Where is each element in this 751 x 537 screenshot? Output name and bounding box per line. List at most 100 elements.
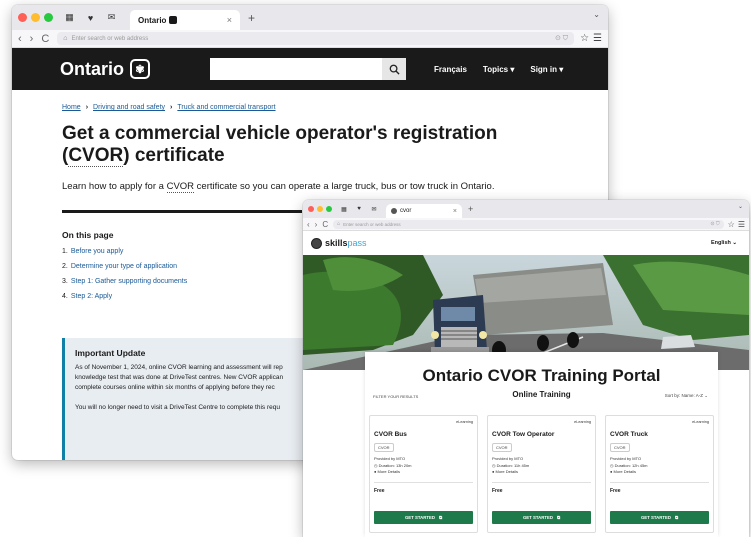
skillspass-logo[interactable]: skills pass — [311, 237, 367, 249]
filter-bar: FILTER YOUR RESULTS Online Training Sort… — [365, 390, 718, 399]
breadcrumb: Home › Driving and road safety › Truck and c… — [62, 104, 608, 111]
link-determine-type[interactable]: Determine your type of application — [71, 263, 177, 270]
get-started-button[interactable]: GET STARTED ⧉ — [492, 511, 591, 524]
grid-icon[interactable]: ▦ — [338, 203, 350, 215]
address-bar[interactable]: ⌂ Enter search or web address ⊙ ⛉ — [57, 32, 575, 45]
tab-ontario[interactable]: Ontario × — [130, 10, 240, 30]
course-tag: CVOR — [492, 443, 512, 452]
course-meta: Provided by MTO ◷ Duration: 11h 45m ● Mo… — [492, 456, 591, 476]
back-icon[interactable]: ‹ — [307, 220, 310, 229]
lead-text-end: certificate so you can operate a large t… — [194, 181, 495, 192]
mail-icon[interactable]: ✉ — [103, 9, 120, 26]
tab-menu-chevron-icon[interactable]: ⌄ — [593, 10, 600, 19]
get-started-button[interactable]: GET STARTED ⧉ — [610, 511, 709, 524]
logo-skills: skills — [325, 238, 348, 248]
breadcrumb-home[interactable]: Home — [62, 104, 81, 111]
more-details-row[interactable]: ● More Details — [492, 469, 591, 476]
item-number: 4. — [62, 293, 68, 300]
course-meta: Provided by MTO ◷ Duration: 13h 20m ● Mo… — [374, 456, 473, 476]
back-icon[interactable]: ‹ — [18, 33, 22, 45]
search-button[interactable] — [382, 58, 407, 80]
nav-topics[interactable]: Topics ▾ — [483, 65, 514, 74]
reload-icon[interactable]: C — [322, 220, 328, 229]
item-number: 1. — [62, 248, 68, 255]
close-window-button[interactable] — [308, 206, 314, 212]
breadcrumb-driving[interactable]: Driving and road safety — [93, 104, 165, 111]
duration-text: Duration: 13h 20m — [378, 462, 412, 468]
maximize-window-button[interactable] — [44, 13, 53, 22]
more-details-row[interactable]: ● More Details — [610, 469, 709, 476]
skillspass-header: skills pass English ⌄ — [303, 231, 749, 255]
filter-results-label[interactable]: FILTER YOUR RESULTS — [373, 394, 418, 399]
online-training-heading: Online Training — [512, 390, 571, 399]
chevron-right-icon: › — [170, 104, 173, 111]
divider — [374, 481, 473, 483]
search-input[interactable] — [210, 58, 383, 80]
site-header: Ontario ✾ Français Topics ▾ Sign in ▾ — [12, 48, 608, 90]
link-step-1[interactable]: Step 1: Gather supporting documents — [71, 278, 187, 285]
new-tab-button[interactable]: + — [468, 204, 473, 214]
divider — [62, 210, 302, 213]
course-title[interactable]: CVOR Bus — [374, 431, 473, 438]
skillspass-favicon-icon — [391, 208, 397, 214]
chevron-right-icon: › — [85, 104, 89, 111]
mail-icon[interactable]: ✉ — [368, 203, 380, 215]
button-label: GET STARTED — [522, 515, 553, 520]
more-details-link[interactable]: More Details — [496, 469, 518, 474]
ontario-logo[interactable]: Ontario ✾ — [60, 58, 151, 80]
link-step-2[interactable]: Step 2: Apply — [71, 293, 112, 300]
shield-icon[interactable]: ⊙ ⛉ — [555, 34, 568, 43]
button-label: GET STARTED — [404, 515, 435, 520]
sort-dropdown[interactable]: Sort by: Name: A-Z ⌄ — [665, 393, 708, 399]
maximize-window-button[interactable] — [326, 206, 332, 212]
forward-icon[interactable]: › — [30, 33, 34, 45]
more-details-row[interactable]: ● More Details — [374, 469, 473, 476]
external-link-icon: ⧉ — [674, 515, 679, 520]
ontario-favicon-icon — [169, 16, 178, 24]
link-before-you-apply[interactable]: Before you apply — [71, 248, 124, 255]
lead-paragraph: Learn how to apply for a CVOR certificat… — [62, 181, 608, 193]
address-bar[interactable]: ⌂ Enter search or web address ⊙ ⛉ — [333, 219, 724, 229]
course-title[interactable]: CVOR Tow Operator — [492, 431, 591, 438]
bookmark-star-icon[interactable]: ☆ — [728, 220, 735, 229]
course-title[interactable]: CVOR Truck — [610, 431, 709, 438]
close-tab-icon[interactable]: × — [227, 15, 232, 25]
bookmark-star-icon[interactable]: ☆ — [580, 33, 589, 44]
search-icon — [389, 64, 400, 75]
reload-icon[interactable]: C — [41, 33, 49, 45]
close-window-button[interactable] — [18, 13, 27, 22]
menu-icon[interactable]: ☰ — [738, 220, 745, 229]
grid-icon[interactable]: ▦ — [61, 9, 78, 26]
nav-sign-in[interactable]: Sign in ▾ — [530, 65, 563, 74]
get-started-button[interactable]: GET STARTED ⧉ — [374, 511, 473, 524]
shield-icon[interactable]: ⊙ ⛉ — [710, 221, 719, 227]
home-icon[interactable]: ⌂ — [63, 35, 67, 42]
course-card-truck: eLearning CVOR Truck CVOR Provided by MT… — [605, 415, 714, 533]
price: Free — [610, 487, 621, 494]
forward-icon[interactable]: › — [315, 220, 318, 229]
breadcrumb-truck[interactable]: Truck and commercial transport — [177, 104, 275, 111]
close-tab-icon[interactable]: × — [453, 208, 457, 215]
ontario-logo-text: Ontario — [60, 58, 125, 79]
home-icon[interactable]: ⌂ — [337, 221, 340, 227]
tab-cvor[interactable]: cvor × — [386, 204, 462, 218]
course-type: eLearning — [456, 420, 473, 424]
item-number: 2. — [62, 263, 68, 270]
nav-francais[interactable]: Français — [434, 65, 467, 74]
new-tab-button[interactable]: + — [248, 11, 255, 25]
price: Free — [492, 487, 503, 494]
minimize-window-button[interactable] — [31, 13, 40, 22]
menu-icon[interactable]: ☰ — [593, 33, 602, 44]
course-tag: CVOR — [610, 443, 630, 452]
more-details-link[interactable]: More Details — [614, 469, 636, 474]
tab-menu-chevron-icon[interactable]: ⌄ — [738, 203, 743, 210]
course-card-tow-operator: eLearning CVOR Tow Operator CVOR Provide… — [487, 415, 596, 533]
course-type: eLearning — [574, 420, 591, 424]
more-details-link[interactable]: More Details — [378, 469, 400, 474]
language-selector[interactable]: English ⌄ — [711, 240, 737, 246]
minimize-window-button[interactable] — [317, 206, 323, 212]
heart-icon[interactable]: ♥ — [353, 203, 365, 215]
address-toolbar: ‹ › C ⌂ Enter search or web address ⊙ ⛉ … — [303, 218, 749, 231]
site-search — [210, 58, 407, 80]
heart-icon[interactable]: ♥ — [82, 9, 99, 26]
